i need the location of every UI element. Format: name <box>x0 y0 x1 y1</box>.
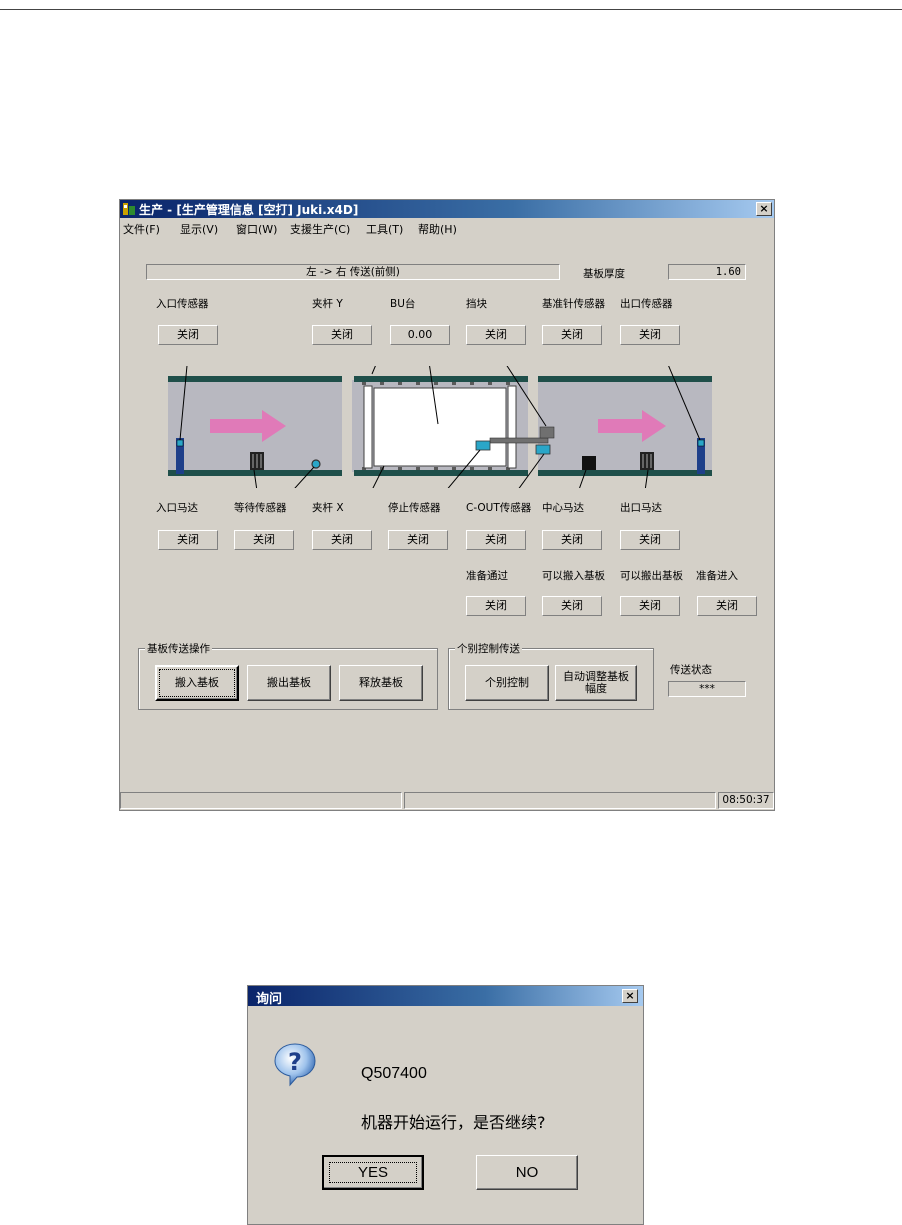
transfer-operation-group: 基板传送操作 搬入基板 搬出基板 释放基板 <box>138 641 438 710</box>
svg-text:?: ? <box>288 1048 302 1076</box>
stop-sensor-state: 关闭 <box>388 530 448 550</box>
center-motor-state: 关闭 <box>542 530 602 550</box>
pin-sensor-state: 关闭 <box>542 325 602 345</box>
clamp-x-bar <box>363 385 373 469</box>
production-window: 生产 - [生产管理信息 [空打] Juki.x4D] × 文件(F) 显示(V… <box>119 199 775 811</box>
load-board-button[interactable]: 搬入基板 <box>155 665 239 701</box>
main-window-title: 生产 - [生产管理信息 [空打] Juki.x4D] <box>139 203 359 217</box>
clamp-x-state: 关闭 <box>312 530 372 550</box>
ready-pass-state: 关闭 <box>466 596 526 616</box>
conveyor-panel: 左 -> 右 传送(前侧) 基板厚度 1.60 入口传感器 夹杆 Y BU台 挡… <box>120 238 774 786</box>
confirm-dialog: 询问 × ? Q507400 机器开始运行，是否继续? YES NO <box>247 985 644 1225</box>
bu-table-state: 0.00 <box>390 325 450 345</box>
entry-motor-label: 入口马达 <box>156 502 198 514</box>
menu-window[interactable]: 窗口(W) <box>236 221 277 237</box>
exit-motor-label: 出口马达 <box>620 502 662 514</box>
stop-sensor-label: 停止传感器 <box>388 502 441 514</box>
can-unload-state: 关闭 <box>620 596 680 616</box>
stopper-state: 关闭 <box>466 325 526 345</box>
c-out-sensor-label: C-OUT传感器 <box>466 502 532 514</box>
no-button[interactable]: NO <box>476 1155 578 1190</box>
entry-sensor-icon <box>176 438 184 474</box>
ready-pass-label: 准备通过 <box>466 570 508 582</box>
release-board-button[interactable]: 释放基板 <box>339 665 423 701</box>
pcb-board <box>373 387 507 467</box>
menu-view[interactable]: 显示(V) <box>180 221 218 237</box>
dialog-title: 询问 <box>256 992 283 1007</box>
thickness-field[interactable]: 1.60 <box>668 264 746 280</box>
can-load-state: 关闭 <box>542 596 602 616</box>
dialog-code: Q507400 <box>361 1065 427 1082</box>
question-icon: ? <box>274 1043 316 1087</box>
exit-sensor-icon <box>697 438 705 474</box>
exit-motor-icon <box>640 452 654 470</box>
wait-sensor-icon <box>311 459 321 469</box>
entry-motor-icon <box>250 452 264 470</box>
bu-table-label: BU台 <box>390 298 416 310</box>
center-motor-icon <box>582 456 596 470</box>
clamp-bar-right <box>507 385 517 469</box>
dialog-close-button[interactable]: × <box>622 989 638 1003</box>
menu-support[interactable]: 支援生产(C) <box>290 221 350 237</box>
clamp-x-label: 夹杆 X <box>312 502 344 514</box>
can-unload-label: 可以搬出基板 <box>620 570 683 582</box>
can-load-label: 可以搬入基板 <box>542 570 605 582</box>
stopper-label: 挡块 <box>466 298 487 310</box>
transfer-state-label: 传送状态 <box>670 664 712 676</box>
menu-tools[interactable]: 工具(T) <box>366 221 403 237</box>
entry-sensor-label: 入口传感器 <box>156 298 209 310</box>
individual-control-group: 个别控制传送 个别控制 自动调整基板幅度 <box>448 641 654 710</box>
menu-help[interactable]: 帮助(H) <box>418 221 457 237</box>
c-out-sensor-state: 关闭 <box>466 530 526 550</box>
dialog-titlebar[interactable]: 询问 × <box>248 986 643 1007</box>
status-clock: 08:50:37 <box>718 792 774 809</box>
direction-display: 左 -> 右 传送(前侧) <box>146 264 560 280</box>
individual-control-button[interactable]: 个别控制 <box>465 665 549 701</box>
main-titlebar[interactable]: 生产 - [生产管理信息 [空打] Juki.x4D] × <box>120 200 774 218</box>
menu-file[interactable]: 文件(F) <box>123 221 160 237</box>
exit-sensor-state: 关闭 <box>620 325 680 345</box>
app-icon <box>123 203 135 215</box>
wait-sensor-label: 等待传感器 <box>234 502 287 514</box>
entry-motor-state: 关闭 <box>158 530 218 550</box>
exit-sensor-label: 出口传感器 <box>620 298 673 310</box>
center-motor-label: 中心马达 <box>542 502 584 514</box>
pin-sensor-label: 基准针传感器 <box>542 298 605 310</box>
unload-board-button[interactable]: 搬出基板 <box>247 665 331 701</box>
menu-bar: 文件(F) 显示(V) 窗口(W) 支援生产(C) 工具(T) 帮助(H) <box>120 219 774 237</box>
main-close-button[interactable]: × <box>756 202 772 216</box>
dialog-message: 机器开始运行，是否继续? <box>361 1113 546 1132</box>
clamp-y-label: 夹杆 Y <box>312 298 343 310</box>
conveyor-diagram <box>168 366 712 488</box>
ready-enter-state: 关闭 <box>697 596 757 616</box>
ready-enter-label: 准备进入 <box>696 570 738 582</box>
auto-adjust-width-button[interactable]: 自动调整基板幅度 <box>555 665 637 701</box>
individual-control-title: 个别控制传送 <box>455 641 522 656</box>
status-bar: 08:50:37 <box>120 790 774 810</box>
status-pane-middle <box>404 792 716 809</box>
thickness-label: 基板厚度 <box>583 268 625 280</box>
entry-sensor-state: 关闭 <box>158 325 218 345</box>
page-header-line <box>0 9 902 10</box>
yes-button[interactable]: YES <box>322 1155 424 1190</box>
wait-sensor-state: 关闭 <box>234 530 294 550</box>
transfer-state-value: *** <box>668 681 746 697</box>
exit-motor-state: 关闭 <box>620 530 680 550</box>
transfer-operation-title: 基板传送操作 <box>145 641 212 656</box>
clamp-y-state: 关闭 <box>312 325 372 345</box>
status-pane-left <box>120 792 402 809</box>
